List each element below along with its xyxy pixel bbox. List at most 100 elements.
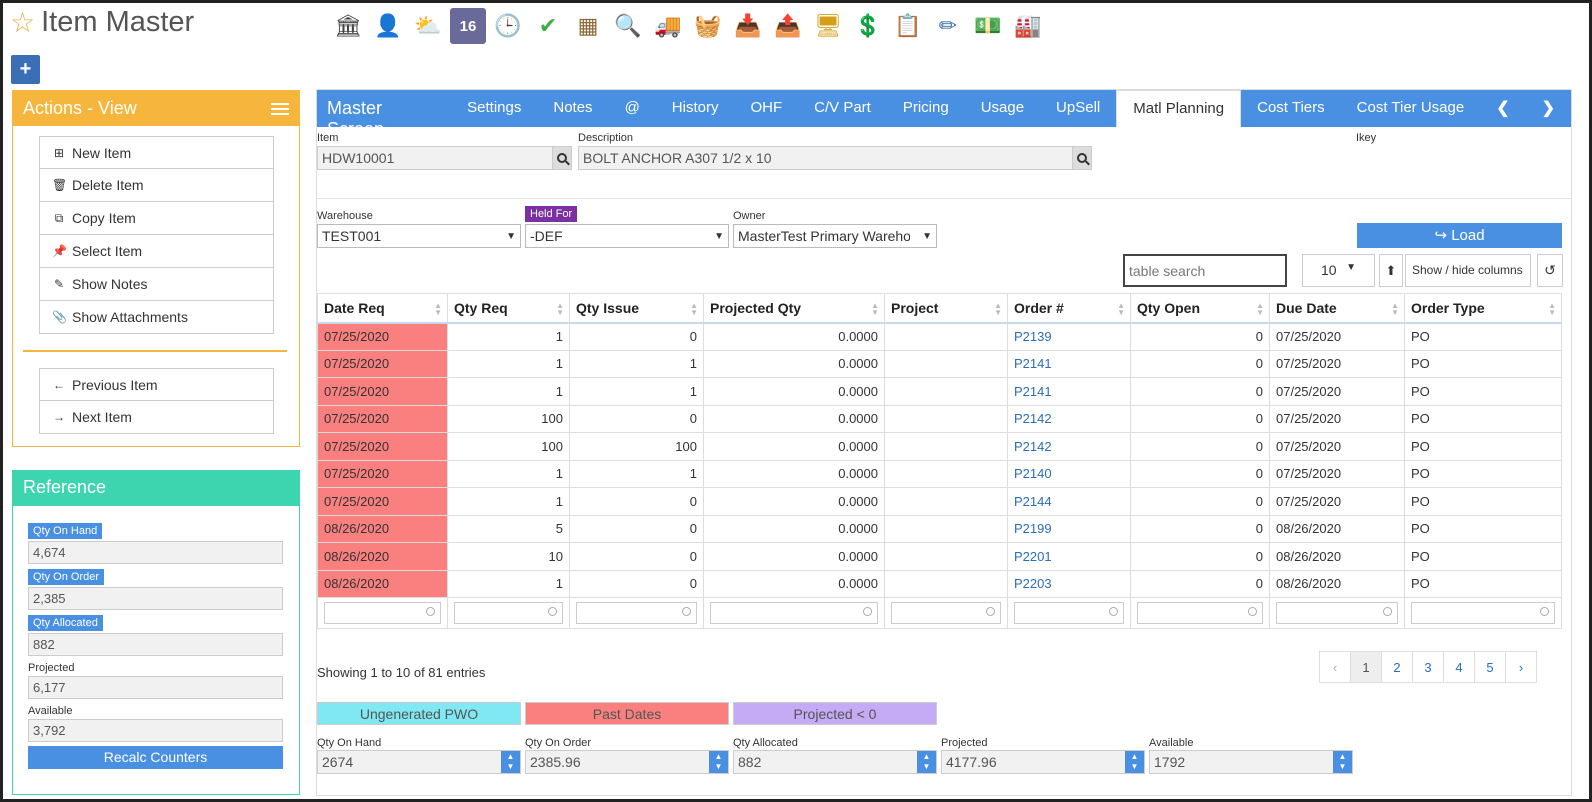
action-show-attachments[interactable]: 📎 Show Attachments bbox=[39, 301, 274, 334]
tab-upsell[interactable]: UpSell bbox=[1040, 90, 1116, 127]
table-row[interactable]: 07/25/2020 100 100 0.0000 P2142 0 07/25/2020 PO bbox=[317, 432, 1562, 461]
column-header-due-date[interactable]: Due Date ▲ ▼ bbox=[1269, 293, 1405, 324]
spinner-icon[interactable]: ▲ ▼ bbox=[1333, 751, 1352, 773]
column-filter-input[interactable] bbox=[891, 602, 1001, 624]
cell-order-[interactable]: P2203 bbox=[1007, 569, 1131, 598]
tab-settings[interactable]: Settings bbox=[451, 90, 537, 127]
bank-icon[interactable]: 🏛 bbox=[330, 8, 366, 44]
column-header-qty-issue[interactable]: Qty Issue ▲ ▼ bbox=[569, 293, 704, 324]
column-filter-input[interactable] bbox=[1137, 602, 1263, 624]
page-button[interactable]: 4 bbox=[1443, 651, 1475, 683]
total-projected-field[interactable]: 4177.96 ▲ ▼ bbox=[941, 750, 1145, 774]
tab-c-v-part[interactable]: C/V Part bbox=[798, 90, 887, 127]
total-available-field[interactable]: 1792 ▲ ▼ bbox=[1149, 750, 1353, 774]
table-search-input[interactable]: table search bbox=[1123, 254, 1287, 287]
cell-order-[interactable]: P2141 bbox=[1007, 349, 1131, 378]
menu-icon[interactable] bbox=[271, 102, 289, 115]
clock-icon[interactable]: 🕒 bbox=[490, 8, 526, 44]
column-filter-input[interactable] bbox=[710, 602, 878, 624]
spinner-icon[interactable]: ▲ ▼ bbox=[709, 751, 728, 773]
cell-order-[interactable]: P2142 bbox=[1007, 432, 1131, 461]
table-row[interactable]: 07/25/2020 1 1 0.0000 P2140 0 07/25/2020 PO bbox=[317, 459, 1562, 488]
calendar-16-icon[interactable]: 16 bbox=[450, 8, 486, 44]
table-row[interactable]: 08/26/2020 5 0 0.0000 P2199 0 08/26/2020 PO bbox=[317, 514, 1562, 543]
column-filter-input[interactable] bbox=[1411, 602, 1555, 624]
description-field[interactable]: BOLT ANCHOR A307 1/2 x 10 bbox=[578, 146, 1074, 170]
nav-previous-item[interactable]: ← Previous Item bbox=[39, 368, 274, 401]
total-qty-allocated-field[interactable]: 882 ▲ ▼ bbox=[733, 750, 937, 774]
qty-allocated-field[interactable]: 882 bbox=[28, 633, 283, 656]
owner-select[interactable]: MasterTest Primary Wareho ▼ bbox=[733, 224, 937, 248]
page-prev-button[interactable]: ‹ bbox=[1319, 651, 1351, 683]
money-icon[interactable]: 💵 bbox=[970, 8, 1006, 44]
weather-icon[interactable]: ⛅ bbox=[410, 8, 446, 44]
item-field[interactable]: HDW10001 bbox=[317, 146, 554, 170]
favorite-star-icon[interactable]: ☆ bbox=[10, 8, 35, 37]
table-row[interactable]: 08/26/2020 10 0 0.0000 P2201 0 08/26/2020 PO bbox=[317, 542, 1562, 571]
tab-cost-tiers[interactable]: Cost Tiers bbox=[1241, 90, 1341, 127]
column-header-order-[interactable]: Order # ▲ ▼ bbox=[1007, 293, 1131, 324]
page-size-select[interactable]: 10 ▼ bbox=[1302, 254, 1375, 287]
outbox-upload-icon[interactable]: 📤 bbox=[770, 8, 806, 44]
held-for-select[interactable]: -DEF ▼ bbox=[525, 224, 729, 248]
tab-pricing[interactable]: Pricing bbox=[887, 90, 965, 127]
nav-next-item[interactable]: → Next Item bbox=[39, 401, 274, 434]
column-header-qty-open[interactable]: Qty Open ▲ ▼ bbox=[1130, 293, 1270, 324]
cell-order-[interactable]: P2139 bbox=[1007, 322, 1131, 351]
page-button[interactable]: 3 bbox=[1412, 651, 1444, 683]
table-row[interactable]: 07/25/2020 1 1 0.0000 P2141 0 07/25/2020 PO bbox=[317, 377, 1562, 406]
tab-cost-tier-usage[interactable]: Cost Tier Usage bbox=[1341, 90, 1481, 127]
reset-button[interactable]: ↺ bbox=[1537, 254, 1563, 287]
show-hide-columns-button[interactable]: Show / hide columns bbox=[1405, 254, 1531, 287]
dollar-chat-icon[interactable]: 💲 bbox=[850, 8, 886, 44]
column-filter-input[interactable] bbox=[1276, 602, 1398, 624]
table-row[interactable]: 07/25/2020 1 0 0.0000 P2139 0 07/25/2020 PO bbox=[317, 322, 1562, 351]
action-copy-item[interactable]: ⧉ Copy Item bbox=[39, 202, 274, 235]
column-header-projected-qty[interactable]: Projected Qty ▲ ▼ bbox=[703, 293, 885, 324]
column-filter-input[interactable] bbox=[576, 602, 697, 624]
qty-on-order-field[interactable]: 2,385 bbox=[28, 587, 283, 610]
basket-icon[interactable]: 🧺 bbox=[690, 8, 726, 44]
action-select-item[interactable]: 📌 Select Item bbox=[39, 235, 274, 268]
cell-order-[interactable]: P2199 bbox=[1007, 514, 1131, 543]
column-filter-input[interactable] bbox=[324, 602, 441, 624]
qty-on-hand-field[interactable]: 4,674 bbox=[28, 541, 283, 564]
warehouse-select[interactable]: TEST001 ▼ bbox=[317, 224, 521, 248]
tab-ohf[interactable]: OHF bbox=[734, 90, 798, 127]
cell-order-[interactable]: P2141 bbox=[1007, 377, 1131, 406]
cell-order-[interactable]: P2142 bbox=[1007, 404, 1131, 433]
clipboard-icon[interactable]: 📋 bbox=[890, 8, 926, 44]
column-header-project[interactable]: Project ▲ ▼ bbox=[884, 293, 1008, 324]
cell-order-[interactable]: P2144 bbox=[1007, 487, 1131, 516]
column-filter-input[interactable] bbox=[1014, 602, 1124, 624]
inbox-download-icon[interactable]: 📥 bbox=[730, 8, 766, 44]
table-row[interactable]: 07/25/2020 100 0 0.0000 P2142 0 07/25/2020 PO bbox=[317, 404, 1562, 433]
table-row[interactable]: 07/25/2020 1 1 0.0000 P2141 0 07/25/2020 PO bbox=[317, 349, 1562, 378]
tab-prev-icon[interactable]: ❮ bbox=[1480, 90, 1525, 127]
page-next-button[interactable]: › bbox=[1505, 651, 1537, 683]
recalc-counters-button[interactable]: Recalc Counters bbox=[28, 746, 283, 769]
action-delete-item[interactable]: 🗑 Delete Item bbox=[39, 169, 274, 202]
tab-next-icon[interactable]: ❯ bbox=[1526, 90, 1571, 127]
computer-stack-icon[interactable]: 🖥 bbox=[810, 8, 846, 44]
page-button[interactable]: 5 bbox=[1474, 651, 1506, 683]
description-search-button[interactable] bbox=[1072, 146, 1092, 170]
item-search-button[interactable] bbox=[552, 146, 572, 170]
page-button[interactable]: 1 bbox=[1350, 651, 1382, 683]
person-icon[interactable]: 👤 bbox=[370, 8, 406, 44]
total-qty-on-order-field[interactable]: 2385.96 ▲ ▼ bbox=[525, 750, 729, 774]
tab-usage[interactable]: Usage bbox=[965, 90, 1040, 127]
column-header-order-type[interactable]: Order Type ▲ ▼ bbox=[1404, 293, 1562, 324]
factory-icon[interactable]: 🏭 bbox=[1010, 8, 1046, 44]
export-button[interactable]: ⬆ bbox=[1379, 254, 1403, 287]
tab-@[interactable]: @ bbox=[609, 90, 656, 127]
action-new-item[interactable]: ⊞ New Item bbox=[39, 136, 274, 169]
page-button[interactable]: 2 bbox=[1381, 651, 1413, 683]
tag-pencil-icon[interactable]: ✏ bbox=[930, 8, 966, 44]
truck-icon[interactable]: 🚚 bbox=[650, 8, 686, 44]
spinner-icon[interactable]: ▲ ▼ bbox=[501, 751, 520, 773]
action-show-notes[interactable]: ✎ Show Notes bbox=[39, 268, 274, 301]
spreadsheet-icon[interactable]: ▦ bbox=[570, 8, 606, 44]
table-row[interactable]: 07/25/2020 1 0 0.0000 P2144 0 07/25/2020 PO bbox=[317, 487, 1562, 516]
tab-history[interactable]: History bbox=[656, 90, 735, 127]
